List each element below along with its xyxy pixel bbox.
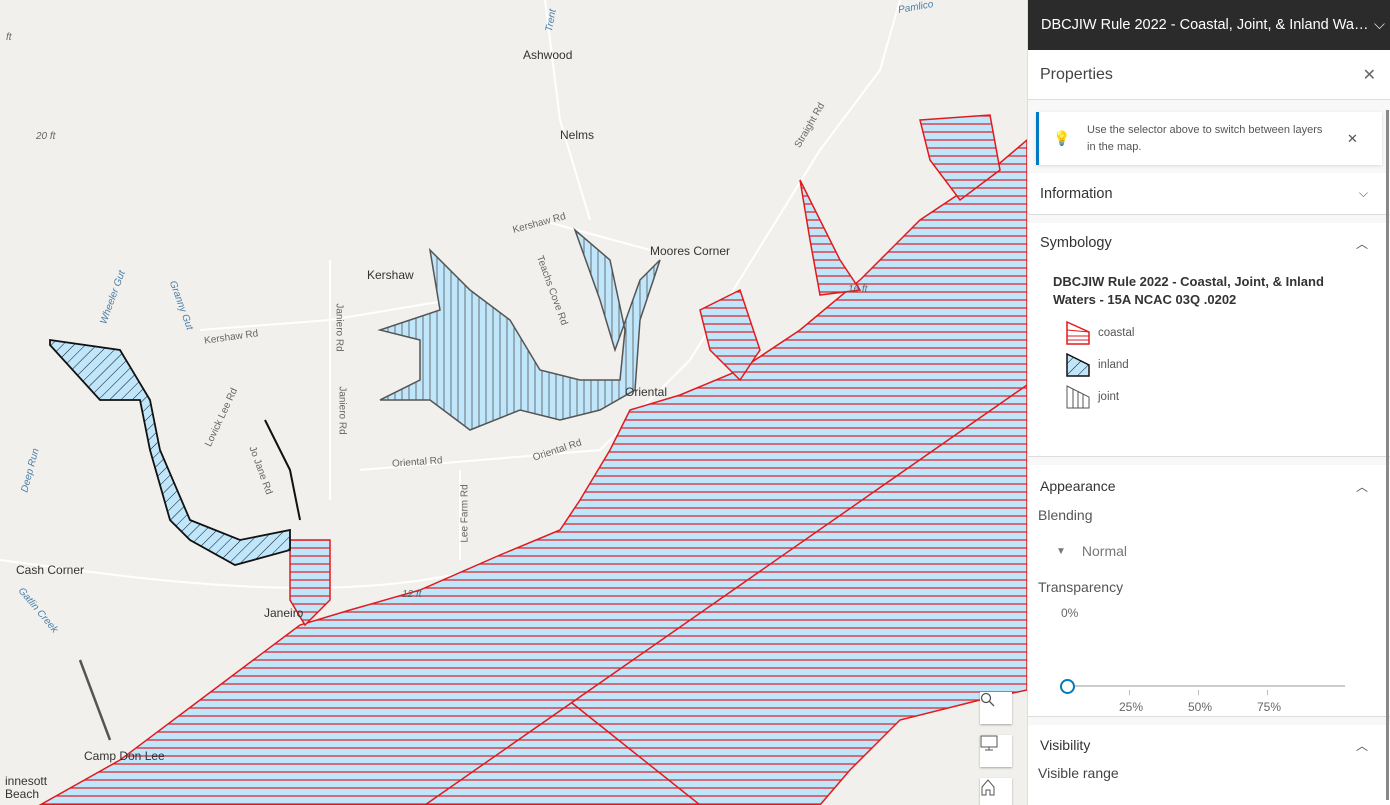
layer-selector-label: DBCJIW Rule 2022 - Coastal, Joint, & Inl… xyxy=(1041,17,1371,33)
home-icon xyxy=(981,779,995,796)
screen-icon xyxy=(980,735,998,751)
layer-name: DBCJIW Rule 2022 - Coastal, Joint, & Inl… xyxy=(1053,274,1324,307)
coastal-swatch-icon xyxy=(1066,321,1090,345)
visibility-header[interactable]: Visibility ︿ xyxy=(1040,725,1378,765)
section-title: Information xyxy=(1040,185,1113,202)
legend-item-joint: joint xyxy=(1066,381,1378,413)
search-icon xyxy=(980,692,995,707)
search-button[interactable] xyxy=(980,692,1012,724)
elevation-label: 20 ft xyxy=(36,131,56,142)
road-label: Lee Farm Rd xyxy=(459,484,471,543)
road-label: Janiero Rd xyxy=(336,386,348,435)
slider-tick: 50% xyxy=(1188,700,1213,714)
place-label: Camp Don Lee xyxy=(84,749,165,763)
place-label: Moores Corner xyxy=(650,244,731,258)
coastal-water xyxy=(38,139,1027,805)
lightbulb-icon: 💡 xyxy=(1053,130,1071,146)
place-label: Ashwood xyxy=(523,48,573,62)
slider-tick: 25% xyxy=(1119,700,1144,714)
elevation-label: ft xyxy=(6,32,12,43)
legend: coastal inland joint xyxy=(1066,317,1378,413)
place-label: Oriental xyxy=(625,385,668,399)
legend-item-inland: inland xyxy=(1066,349,1378,381)
transparency-slider[interactable]: 25% 50% 75% xyxy=(1060,676,1345,714)
transparency-label: Transparency xyxy=(1038,579,1124,595)
legend-label: inland xyxy=(1098,359,1129,371)
visibility-section: Visibility ︿ Visible range xyxy=(1028,725,1390,805)
map-view[interactable]: Ashwood Nelms Kershaw Moores Corner Orie… xyxy=(0,0,1027,805)
panel-title: Properties xyxy=(1040,65,1113,83)
information-section[interactable]: Information ⌵ xyxy=(1028,173,1390,215)
elevation-label: 12 ft xyxy=(402,589,422,600)
blending-select[interactable]: ▼ Normal xyxy=(1056,543,1378,559)
properties-panel: DBCJIW Rule 2022 - Coastal, Joint, & Inl… xyxy=(1027,0,1390,805)
place-label: Cash Corner xyxy=(16,563,85,577)
notice: 💡 Use the selector above to switch betwe… xyxy=(1036,112,1382,165)
blending-value: Normal xyxy=(1081,543,1128,559)
chevron-up-icon: ︿ xyxy=(1355,236,1368,251)
visible-range-label: Visible range xyxy=(1038,765,1119,781)
chevron-up-icon: ︿ xyxy=(1355,479,1368,494)
place-label: innesott Beach xyxy=(5,774,48,801)
slider-track xyxy=(1061,685,1345,687)
notice-text: Use the selector above to switch between… xyxy=(1087,123,1323,153)
joint-swatch-icon xyxy=(1066,385,1090,409)
chevron-down-icon: ⌵ xyxy=(1374,17,1385,33)
screen-button[interactable] xyxy=(980,735,1012,767)
section-title: Visibility xyxy=(1040,737,1091,753)
road-label: Janiero Rd xyxy=(333,303,345,352)
home-button[interactable] xyxy=(980,778,1012,805)
inland-swatch-icon xyxy=(1066,353,1090,377)
transparency-value: 0% xyxy=(1061,606,1079,620)
place-label: Kershaw xyxy=(367,268,414,282)
place-label: Janeiro xyxy=(264,606,304,620)
close-panel-button[interactable]: ✕ xyxy=(1363,65,1376,85)
scrollbar[interactable] xyxy=(1386,110,1389,800)
map-canvas xyxy=(0,0,1027,805)
layer-selector[interactable]: DBCJIW Rule 2022 - Coastal, Joint, & Inl… xyxy=(1028,0,1390,50)
symbology-header[interactable]: Symbology ︿ xyxy=(1040,223,1378,263)
joint-water xyxy=(377,227,661,431)
elevation-label: 16 ft xyxy=(848,284,868,295)
legend-label: joint xyxy=(1098,391,1120,403)
section-title: Symbology xyxy=(1040,235,1112,251)
slider-handle[interactable] xyxy=(1060,679,1075,694)
section-title: Appearance xyxy=(1040,478,1116,494)
caret-down-icon: ▼ xyxy=(1056,545,1066,557)
chevron-up-icon: ︿ xyxy=(1355,738,1368,753)
slider-tick: 75% xyxy=(1257,700,1282,714)
appearance-header[interactable]: Appearance ︿ xyxy=(1040,465,1378,507)
appearance-section: Appearance ︿ Blending ▼ Normal Transparenc… xyxy=(1028,465,1390,717)
blending-label: Blending xyxy=(1038,507,1093,523)
legend-label: coastal xyxy=(1098,327,1135,339)
chevron-down-icon: ⌵ xyxy=(1358,186,1368,200)
symbology-section: Symbology ︿ DBCJIW Rule 2022 - Coastal, J… xyxy=(1028,223,1390,457)
place-label: Nelms xyxy=(560,128,595,142)
legend-item-coastal: coastal xyxy=(1066,317,1378,349)
close-notice-button[interactable]: ✕ xyxy=(1347,131,1358,147)
